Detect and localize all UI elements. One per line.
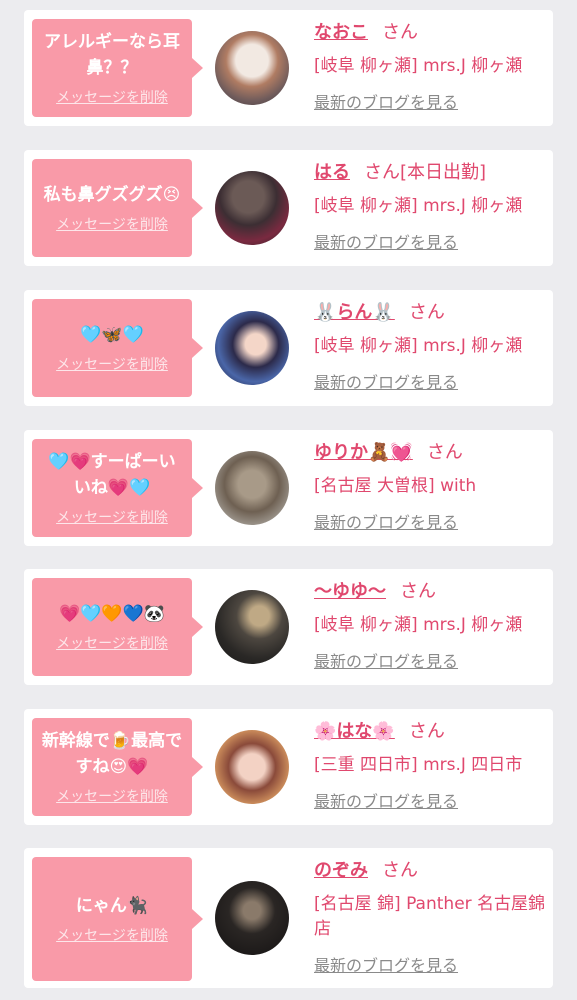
message-text: 💗🩵🧡💙🐼 xyxy=(59,604,165,624)
shop-label: [岐阜 柳ヶ瀬] mrs.J 柳ヶ瀬 xyxy=(314,56,523,76)
latest-blog-link[interactable]: 最新のブログを見る xyxy=(314,652,458,672)
message-bubble: 私も鼻グズグズ😣 メッセージを削除 xyxy=(32,159,203,257)
profile-name-link[interactable]: なおこ xyxy=(314,22,368,43)
name-row: なおこ さん xyxy=(314,20,550,46)
name-row: 🌸はな🌸 さん xyxy=(314,719,550,745)
profile-info: 🌸はな🌸 さん [三重 四日市] mrs.J 四日市 最新のブログを見る xyxy=(314,719,550,812)
profile-name-link[interactable]: 🐰らん🐰 xyxy=(314,302,395,323)
message-bubble: 💗🩵🧡💙🐼 メッセージを削除 xyxy=(32,578,203,676)
message-card: 私も鼻グズグズ😣 メッセージを削除 はる さん[本日出勤] [岐阜 柳ヶ瀬] mr… xyxy=(24,150,553,266)
message-card: アレルギーなら耳鼻？？ メッセージを削除 なおこ さん [岐阜 柳ヶ瀬] mrs.… xyxy=(24,10,553,126)
latest-blog-link[interactable]: 最新のブログを見る xyxy=(314,956,458,976)
profile-name-link[interactable]: はる xyxy=(314,162,350,183)
latest-blog-link[interactable]: 最新のブログを見る xyxy=(314,233,458,253)
message-text: にゃん🐈‍⬛ xyxy=(75,896,149,916)
latest-blog-link[interactable]: 最新のブログを見る xyxy=(314,93,458,113)
latest-blog-link[interactable]: 最新のブログを見る xyxy=(314,513,458,533)
honorific: さん xyxy=(408,721,445,742)
message-text: 私も鼻グズグズ😣 xyxy=(43,185,181,205)
latest-blog-link[interactable]: 最新のブログを見る xyxy=(314,373,458,393)
avatar[interactable] xyxy=(215,311,289,385)
shop-label: [岐阜 柳ヶ瀬] mrs.J 柳ヶ瀬 xyxy=(314,196,523,216)
avatar[interactable] xyxy=(215,590,289,664)
profile-info: ゆりか🧸💓 さん [名古屋 大曽根] with 最新のブログを見る xyxy=(314,440,550,533)
honorific: さん xyxy=(400,581,436,602)
latest-blog-link[interactable]: 最新のブログを見る xyxy=(314,792,458,812)
delete-message-link[interactable]: メッセージを削除 xyxy=(56,788,168,806)
delete-message-link[interactable]: メッセージを削除 xyxy=(56,216,168,234)
name-row: はる さん[本日出勤] xyxy=(314,160,550,186)
message-bubble: 🩵🦋🩵 メッセージを削除 xyxy=(32,299,203,397)
profile-name-link[interactable]: のぞみ xyxy=(314,860,368,881)
shop-label: [三重 四日市] mrs.J 四日市 xyxy=(314,755,523,775)
shop-label: [岐阜 柳ヶ瀬] mrs.J 柳ヶ瀬 xyxy=(314,615,523,635)
message-card: にゃん🐈‍⬛ メッセージを削除 のぞみ さん [名古屋 錦] Panther 名古… xyxy=(24,848,553,988)
profile-info: なおこ さん [岐阜 柳ヶ瀬] mrs.J 柳ヶ瀬 最新のブログを見る xyxy=(314,20,550,113)
message-text: 🩵💗すーぱーいいね💗🩵 xyxy=(48,452,176,498)
honorific: さん xyxy=(408,302,445,323)
honorific: さん xyxy=(364,162,400,183)
message-bubble: 新幹線で🍺最高ですね😍💗 メッセージを削除 xyxy=(32,718,203,816)
profile-info: 〜ゆゆ〜 さん [岐阜 柳ヶ瀬] mrs.J 柳ヶ瀬 最新のブログを見る xyxy=(314,579,550,672)
message-text: 新幹線で🍺最高ですね😍💗 xyxy=(41,731,183,777)
avatar[interactable] xyxy=(215,451,289,525)
avatar[interactable] xyxy=(215,171,289,245)
name-row: 🐰らん🐰 さん xyxy=(314,300,550,326)
message-bubble: アレルギーなら耳鼻？？ メッセージを削除 xyxy=(32,19,203,117)
shop-label: [岐阜 柳ヶ瀬] mrs.J 柳ヶ瀬 xyxy=(314,336,523,356)
message-card: 🩵🦋🩵 メッセージを削除 🐰らん🐰 さん [岐阜 柳ヶ瀬] mrs.J 柳ヶ瀬 最… xyxy=(24,290,553,406)
name-row: のぞみ さん xyxy=(314,858,550,884)
message-bubble: にゃん🐈‍⬛ メッセージを削除 xyxy=(32,857,203,981)
profile-info: はる さん[本日出勤] [岐阜 柳ヶ瀬] mrs.J 柳ヶ瀬 最新のブログを見る xyxy=(314,160,550,253)
delete-message-link[interactable]: メッセージを削除 xyxy=(56,927,168,945)
profile-info: のぞみ さん [名古屋 錦] Panther 名古屋錦店 最新のブログを見る xyxy=(314,858,550,976)
message-text: 🩵🦋🩵 xyxy=(80,325,144,345)
shop-label: [名古屋 大曽根] with xyxy=(314,476,477,496)
status-text: [本日出勤] xyxy=(400,162,487,183)
message-card: 新幹線で🍺最高ですね😍💗 メッセージを削除 🌸はな🌸 さん [三重 四日市] mr… xyxy=(24,709,553,825)
message-card: 💗🩵🧡💙🐼 メッセージを削除 〜ゆゆ〜 さん [岐阜 柳ヶ瀬] mrs.J 柳ヶ瀬… xyxy=(24,569,553,685)
message-bubble: 🩵💗すーぱーいいね💗🩵 メッセージを削除 xyxy=(32,439,203,537)
profile-name-link[interactable]: 〜ゆゆ〜 xyxy=(314,581,386,602)
honorific: さん xyxy=(382,860,418,881)
shop-label: [名古屋 錦] Panther 名古屋錦店 xyxy=(314,894,546,939)
profile-name-link[interactable]: 🌸はな🌸 xyxy=(314,721,395,742)
honorific: さん xyxy=(382,22,418,43)
delete-message-link[interactable]: メッセージを削除 xyxy=(56,356,168,374)
profile-info: 🐰らん🐰 さん [岐阜 柳ヶ瀬] mrs.J 柳ヶ瀬 最新のブログを見る xyxy=(314,300,550,393)
delete-message-link[interactable]: メッセージを削除 xyxy=(56,509,168,527)
honorific: さん xyxy=(426,442,463,463)
name-row: 〜ゆゆ〜 さん xyxy=(314,579,550,605)
avatar[interactable] xyxy=(215,881,289,955)
avatar[interactable] xyxy=(215,31,289,105)
profile-name-link[interactable]: ゆりか🧸💓 xyxy=(314,442,413,463)
name-row: ゆりか🧸💓 さん xyxy=(314,440,550,466)
delete-message-link[interactable]: メッセージを削除 xyxy=(56,89,168,107)
message-text: アレルギーなら耳鼻？？ xyxy=(44,32,180,78)
avatar[interactable] xyxy=(215,730,289,804)
delete-message-link[interactable]: メッセージを削除 xyxy=(56,635,168,653)
message-card: 🩵💗すーぱーいいね💗🩵 メッセージを削除 ゆりか🧸💓 さん [名古屋 大曽根] w… xyxy=(24,430,553,546)
